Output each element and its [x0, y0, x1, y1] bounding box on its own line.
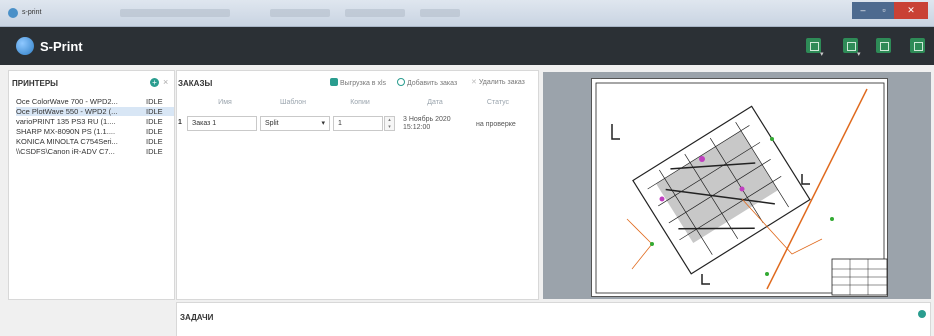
close-icon: ✕ — [471, 79, 477, 86]
export-xls-button[interactable]: Выгрузка в xls — [330, 78, 386, 87]
minimize-button[interactable]: – — [852, 2, 874, 19]
titlebar-blurred-text — [420, 9, 460, 17]
app-header: S-Print — [0, 27, 934, 65]
copies-stepper[interactable]: ▴ ▾ — [384, 116, 395, 131]
printer-item[interactable]: KONICA MINOLTA C754Seri... IDLE — [16, 137, 174, 146]
print-settings-icon[interactable] — [843, 38, 861, 58]
settings-icon[interactable] — [918, 310, 926, 318]
column-header-template[interactable]: Шаблон — [268, 99, 318, 106]
delete-order-button[interactable]: ✕ Удалить заказ — [471, 78, 525, 86]
column-header-status[interactable]: Статус — [473, 99, 523, 106]
stepper-down-icon[interactable]: ▾ — [385, 124, 394, 130]
printer-item[interactable]: varioPRINT 135 PS3 RU (1.... IDLE — [16, 117, 174, 126]
orders-title: ЗАКАЗЫ — [178, 79, 213, 88]
logo-icon — [16, 37, 34, 55]
tasks-column-headers — [180, 330, 930, 336]
print-icon[interactable] — [876, 38, 891, 53]
order-status: на проверке — [476, 121, 516, 128]
printer-item[interactable]: \\CSDFS\Canon iR-ADV C7... IDLE — [16, 147, 174, 156]
printers-title: ПРИНТЕРЫ — [12, 79, 59, 88]
app-icon — [8, 8, 18, 18]
window-titlebar: s-print – ▫ ✕ — [0, 0, 934, 27]
template-select[interactable]: Split ▾ — [260, 116, 330, 131]
order-date: 3 Ноябрь 2020 15:12:00 — [403, 116, 451, 131]
maximize-button[interactable]: ▫ — [874, 2, 894, 19]
column-header-copies[interactable]: Копии — [335, 99, 385, 106]
stepper-up-icon[interactable]: ▴ — [385, 117, 394, 124]
drawing-sheet — [591, 78, 888, 297]
save-icon[interactable] — [910, 38, 925, 53]
add-order-button[interactable]: Добавить заказ — [397, 78, 457, 87]
window-title: s-print — [22, 9, 42, 16]
column-header-name[interactable]: Имя — [200, 99, 250, 106]
plus-circle-icon — [397, 78, 405, 86]
titlebar-blurred-text — [120, 9, 230, 17]
export-icon[interactable] — [806, 38, 824, 58]
row-number: 1 — [178, 119, 182, 126]
chevron-down-icon: ▾ — [321, 120, 325, 127]
cad-drawing — [595, 82, 888, 296]
printer-item[interactable]: SHARP MX-8090N PS (1.1.... IDLE — [16, 127, 174, 136]
titlebar-blurred-text — [345, 9, 405, 17]
copies-field[interactable]: 1 — [333, 116, 383, 131]
order-name-field[interactable]: Заказ 1 — [187, 116, 257, 131]
add-printer-button[interactable]: + — [150, 78, 159, 87]
excel-icon — [330, 78, 338, 86]
titlebar-blurred-text — [270, 9, 330, 17]
printer-item[interactable]: Oce PlotWave 550 - WPD2 (... IDLE — [16, 107, 174, 116]
drawing-preview[interactable] — [543, 72, 931, 299]
printer-item[interactable]: Oce ColorWave 700 - WPD2... IDLE — [16, 97, 174, 106]
app-name: S-Print — [40, 39, 83, 54]
close-button[interactable]: ✕ — [894, 2, 928, 19]
column-header-date[interactable]: Дата — [410, 99, 460, 106]
tasks-title: ЗАДАЧИ — [180, 313, 214, 322]
remove-printer-button[interactable]: × — [163, 77, 168, 87]
